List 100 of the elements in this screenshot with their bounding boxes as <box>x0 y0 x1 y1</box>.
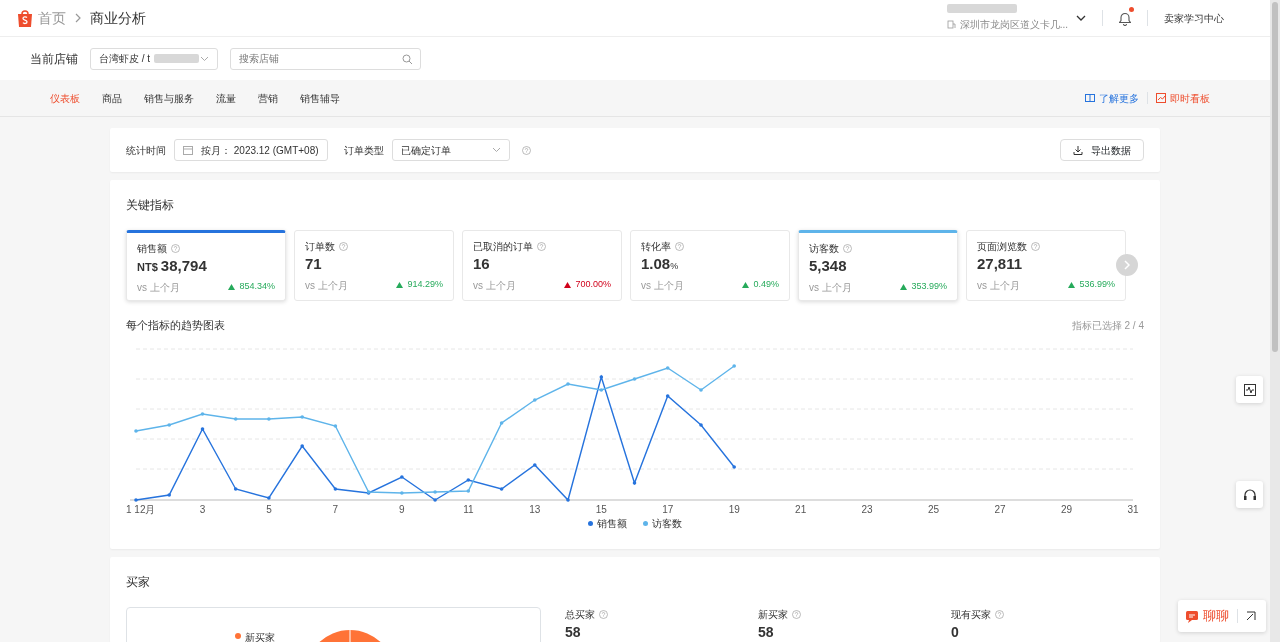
metric-change: 353.99% <box>900 280 947 294</box>
nav-tab[interactable]: 营销 <box>258 90 278 106</box>
section-title: 买家 <box>126 573 151 591</box>
up-triangle-icon <box>228 284 236 290</box>
x-axis-label: 31 <box>1127 503 1139 515</box>
legend-label: 销售额 <box>597 516 627 531</box>
up-triangle-icon <box>900 284 908 290</box>
x-axis-label: 23 <box>861 503 873 515</box>
metric-name: 访客数 <box>809 242 839 256</box>
up-triangle-icon <box>564 282 572 288</box>
download-icon <box>1073 145 1083 155</box>
comparison-label: vs 上个月 <box>305 278 348 293</box>
book-icon <box>1085 93 1095 103</box>
stat-label: 新买家 <box>758 607 788 622</box>
stat-label: 现有买家 <box>951 607 991 622</box>
x-axis-label: 27 <box>994 503 1006 515</box>
help-icon[interactable] <box>675 242 684 251</box>
metric-name: 订单数 <box>305 240 335 254</box>
chart-title: 每个指标的趋势图表 <box>126 318 225 333</box>
up-triangle-icon <box>396 282 404 288</box>
pulse-button[interactable] <box>1236 376 1263 403</box>
metric-card[interactable]: 页面浏览数 27,811 vs 上个月 536.99% <box>966 230 1126 301</box>
pulse-icon <box>1243 383 1256 396</box>
metric-card[interactable]: 订单数 71 vs 上个月 914.29% <box>294 230 454 301</box>
metric-change: 700.00% <box>564 278 611 292</box>
help-icon[interactable] <box>521 145 531 155</box>
store-name-blurred <box>154 54 200 63</box>
metric-name: 转化率 <box>641 240 671 254</box>
comparison-label: vs 上个月 <box>137 280 180 295</box>
chevron-right-icon <box>74 13 82 23</box>
metric-change: 536.99% <box>1068 278 1115 292</box>
learn-more-link[interactable]: 了解更多 <box>1085 90 1139 106</box>
comparison-label: vs 上个月 <box>977 278 1020 293</box>
metric-card[interactable]: 已取消的订单 16 vs 上个月 700.00% <box>462 230 622 301</box>
live-dashboard-link[interactable]: 即时看板 <box>1156 90 1210 106</box>
metric-value: 1.08% <box>641 254 680 274</box>
store-select[interactable]: 台湾虾皮 / t <box>90 47 218 70</box>
help-icon[interactable] <box>171 244 180 253</box>
x-axis-label: 3 <box>199 503 206 515</box>
chevron-down-icon <box>491 147 501 153</box>
store-name: 台湾虾皮 / t <box>99 52 151 66</box>
help-icon[interactable] <box>599 609 608 619</box>
metric-card[interactable]: 转化率 1.08% vs 上个月 0.49% <box>630 230 790 301</box>
up-triangle-icon <box>1068 282 1076 288</box>
chevron-right-icon <box>1124 260 1130 270</box>
chat-bubble-icon <box>1186 609 1199 623</box>
minimize-icon[interactable] <box>1246 611 1256 621</box>
metric-value: NT$ 38,794 <box>137 256 208 276</box>
account-name-blurred <box>946 4 1017 13</box>
help-icon[interactable] <box>1031 242 1040 251</box>
x-axis-label: 19 <box>728 503 740 515</box>
metric-name: 已取消的订单 <box>473 240 533 254</box>
support-button[interactable] <box>1236 481 1263 508</box>
learning-center-link[interactable]: 卖家学习中心 <box>1164 10 1224 26</box>
x-axis-label: 11 <box>463 503 474 515</box>
order-type-select[interactable]: 已确定订单 <box>391 139 510 161</box>
comparison-label: vs 上个月 <box>473 278 516 293</box>
shop-logo-icon[interactable] <box>16 8 34 28</box>
x-axis-label: 13 <box>529 503 541 515</box>
stat-label: 总买家 <box>565 607 595 622</box>
metric-card[interactable]: 销售额 NT$ 38,794 vs 上个月 854.34% <box>126 230 286 301</box>
bell-icon[interactable] <box>1119 11 1131 26</box>
x-axis-label: 9 <box>399 503 405 515</box>
help-icon[interactable] <box>537 242 546 251</box>
nav-tab[interactable]: 仪表板 <box>50 90 80 106</box>
help-icon[interactable] <box>995 609 1004 619</box>
nav-tab[interactable]: 销售辅导 <box>300 90 340 106</box>
help-icon[interactable] <box>843 244 852 253</box>
page-title: 商业分析 <box>90 8 146 28</box>
stat-value: 58 <box>565 622 582 642</box>
x-axis-label: 29 <box>1060 503 1073 515</box>
x-axis-label: 15 <box>595 503 607 515</box>
metric-value: 16 <box>473 254 491 274</box>
chevron-down-icon[interactable] <box>1076 15 1086 21</box>
x-axis-label: 17 <box>662 503 674 515</box>
comparison-label: vs 上个月 <box>809 280 852 295</box>
nav-tab[interactable]: 销售与服务 <box>144 90 194 106</box>
comparison-label: vs 上个月 <box>641 278 684 293</box>
metric-change: 854.34% <box>228 280 275 294</box>
date-picker[interactable]: 按月： 2023.12 (GMT+08) <box>174 139 328 161</box>
scrollbar[interactable] <box>1270 0 1280 642</box>
selected-count: 指标已选择 2 / 4 <box>1071 318 1144 333</box>
search-icon[interactable] <box>402 53 413 65</box>
store-search-field[interactable]: 搜索店铺 <box>230 47 421 70</box>
nav-tab[interactable]: 商品 <box>102 90 122 106</box>
next-button[interactable] <box>1116 254 1138 276</box>
x-axis-label: 25 <box>928 503 940 515</box>
export-button[interactable]: 导出数据 <box>1060 139 1144 161</box>
metric-card[interactable]: 访客数 5,348 vs 上个月 353.99% <box>798 230 958 301</box>
time-label: 统计时间 <box>126 143 166 158</box>
help-icon[interactable] <box>339 242 348 251</box>
stat-value: 58 <box>758 622 775 642</box>
x-axis-label: 5 <box>266 503 272 515</box>
metric-name: 页面浏览数 <box>977 240 1027 254</box>
shop-address: 深圳市龙岗区道义卡几... <box>959 18 1068 32</box>
nav-tab[interactable]: 流量 <box>216 90 236 106</box>
chart-icon <box>1156 93 1166 103</box>
help-icon[interactable] <box>792 609 801 619</box>
stat-value: 0 <box>951 622 960 642</box>
store-label: 当前店铺 <box>30 50 78 68</box>
